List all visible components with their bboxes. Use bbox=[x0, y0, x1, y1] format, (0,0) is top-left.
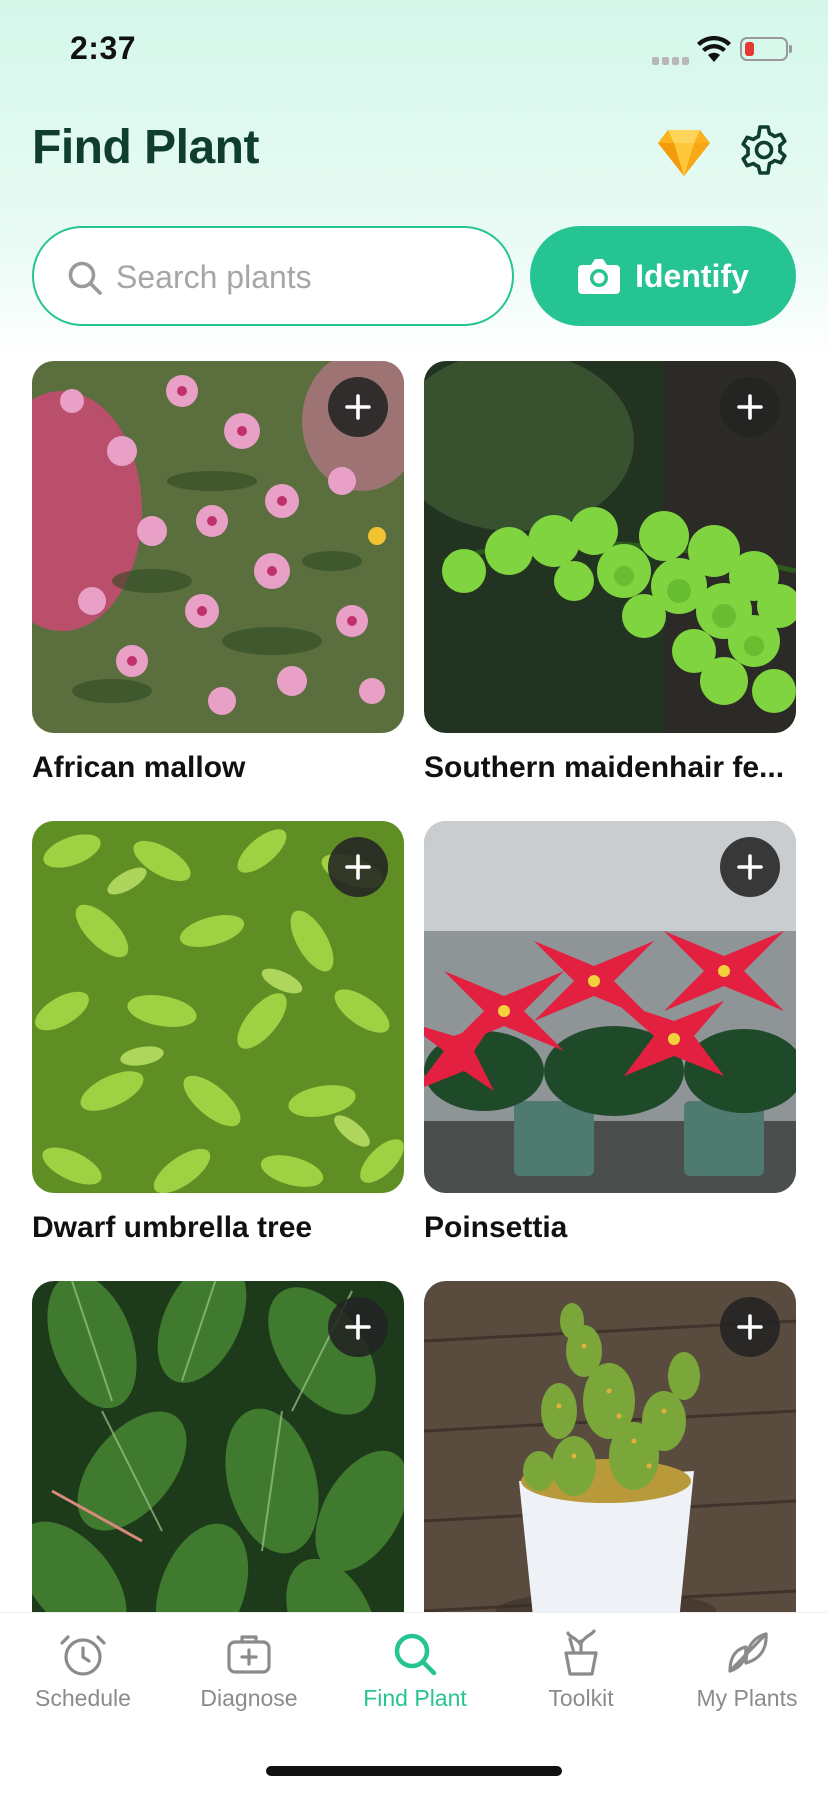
home-indicator bbox=[266, 1766, 562, 1776]
wifi-icon bbox=[697, 36, 731, 62]
plant-image[interactable] bbox=[32, 361, 404, 733]
plant-card[interactable]: Southern maidenhair fe... bbox=[424, 361, 796, 785]
add-plant-button[interactable] bbox=[328, 1297, 388, 1357]
gear-icon[interactable] bbox=[738, 124, 790, 176]
plant-card[interactable]: Poinsettia bbox=[424, 821, 796, 1245]
plant-card[interactable]: Dwarf umbrella tree bbox=[32, 821, 404, 1245]
cellular-signal-icon bbox=[652, 52, 692, 65]
status-time: 2:37 bbox=[70, 30, 137, 66]
alarm-clock-icon bbox=[60, 1635, 106, 1676]
plant-card[interactable]: African mallow bbox=[32, 361, 404, 785]
plant-image[interactable] bbox=[32, 1281, 404, 1653]
identify-label: Identify bbox=[635, 257, 749, 294]
plant-image[interactable] bbox=[424, 1281, 796, 1653]
first-aid-kit-icon bbox=[227, 1635, 271, 1674]
plus-icon bbox=[345, 854, 371, 880]
plus-icon bbox=[737, 394, 763, 420]
add-plant-button[interactable] bbox=[720, 837, 780, 897]
add-plant-button[interactable] bbox=[328, 377, 388, 437]
camera-icon bbox=[578, 259, 621, 294]
plant-image[interactable] bbox=[424, 361, 796, 733]
plant-name: Southern maidenhair fe... bbox=[424, 751, 785, 784]
diamond-premium-icon[interactable] bbox=[656, 126, 712, 178]
tab-schedule[interactable]: Schedule bbox=[0, 1629, 166, 1712]
tab-label: Toolkit bbox=[548, 1685, 614, 1711]
search-bar[interactable] bbox=[32, 226, 514, 326]
identify-button[interactable]: Identify bbox=[530, 226, 796, 326]
plant-pot-icon bbox=[564, 1629, 598, 1676]
plus-icon bbox=[737, 854, 763, 880]
tab-label: Schedule bbox=[35, 1685, 131, 1711]
status-bar: 2:37 bbox=[0, 0, 828, 100]
tab-find-plant[interactable]: Find Plant bbox=[332, 1629, 498, 1712]
plant-image[interactable] bbox=[32, 821, 404, 1193]
search-icon bbox=[68, 261, 102, 295]
plant-name: Dwarf umbrella tree bbox=[32, 1211, 313, 1244]
plus-icon bbox=[345, 394, 371, 420]
plus-icon bbox=[345, 1314, 371, 1340]
search-icon bbox=[394, 1633, 437, 1676]
tab-toolkit[interactable]: Toolkit bbox=[498, 1629, 664, 1712]
add-plant-button[interactable] bbox=[720, 377, 780, 437]
plant-name: Poinsettia bbox=[424, 1211, 568, 1244]
tab-label: Find Plant bbox=[363, 1685, 467, 1711]
page-title: Find Plant bbox=[32, 121, 259, 174]
tab-diagnose[interactable]: Diagnose bbox=[166, 1629, 332, 1712]
search-input[interactable] bbox=[114, 250, 498, 304]
battery-icon bbox=[740, 37, 792, 61]
add-plant-button[interactable] bbox=[328, 837, 388, 897]
leaves-icon bbox=[728, 1632, 768, 1673]
tab-label: My Plants bbox=[696, 1685, 798, 1711]
tab-my-plants[interactable]: My Plants bbox=[664, 1629, 828, 1712]
plant-image[interactable] bbox=[424, 821, 796, 1193]
add-plant-button[interactable] bbox=[720, 1297, 780, 1357]
plant-name: African mallow bbox=[32, 751, 246, 784]
tab-label: Diagnose bbox=[200, 1685, 298, 1711]
plus-icon bbox=[737, 1314, 763, 1340]
